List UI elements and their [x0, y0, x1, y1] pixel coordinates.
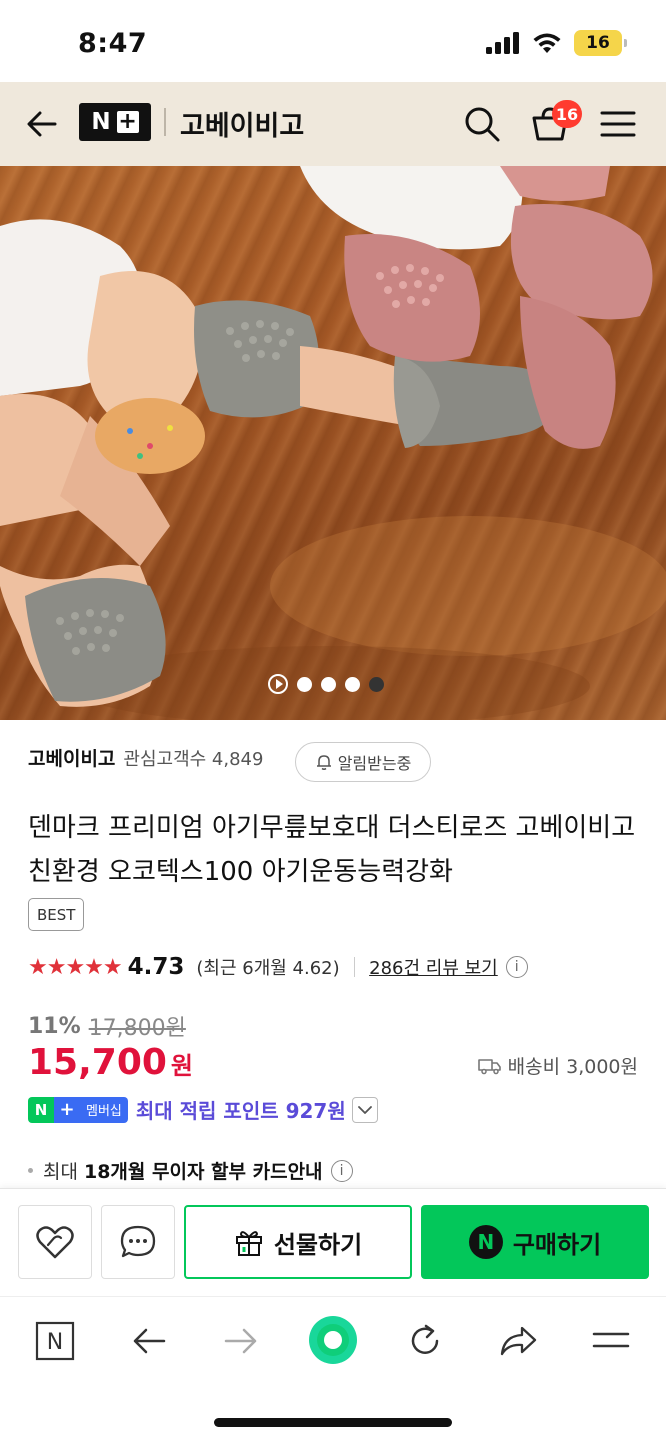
discount-rate: 11% — [28, 1013, 81, 1039]
header-divider — [164, 108, 166, 136]
star-rating-icon: ★★★★★ — [28, 954, 123, 980]
wifi-icon — [533, 33, 561, 53]
store-name[interactable]: 고베이비고 — [28, 744, 115, 771]
gift-label: 선물하기 — [273, 1230, 363, 1259]
search-icon[interactable] — [462, 104, 502, 144]
purchase-action-bar: 선물하기 N 구매하기 — [0, 1188, 666, 1296]
menu-icon[interactable] — [598, 104, 638, 144]
membership-n: N — [28, 1096, 54, 1123]
discount-row: 11% 17,800원 — [28, 1010, 186, 1042]
price-row: 15,700 원 — [28, 1042, 193, 1083]
status-icons: 16 — [486, 30, 627, 56]
installment-text: 18개월 무이자 할부 카드안내 — [83, 1161, 323, 1183]
store-title[interactable]: 고베이비고 — [180, 104, 304, 143]
points-expand-button[interactable] — [351, 1096, 378, 1123]
membership-plus: + — [54, 1096, 80, 1123]
home-indicator — [214, 1418, 452, 1427]
installment-prefix: 최대 — [43, 1161, 78, 1183]
bullet — [28, 1168, 33, 1173]
info-icon[interactable]: i — [330, 1159, 353, 1182]
product-title: 덴마크 프리미엄 아기무릎보호대 더스티로즈 고베이비고 친환경 오코텍스100… — [28, 813, 636, 887]
gallery-dot[interactable] — [297, 676, 312, 692]
installment-info[interactable]: 최대 18개월 무이자 할부 카드안내 i — [28, 1157, 353, 1184]
price-unit: 원 — [170, 1052, 194, 1080]
buy-button[interactable]: N 구매하기 — [421, 1205, 649, 1279]
cart-count-badge: 16 — [552, 100, 582, 128]
gallery-dot[interactable] — [321, 676, 336, 692]
membership-label: 멤버십 — [80, 1096, 128, 1123]
gallery-dot[interactable] — [345, 676, 360, 692]
product-photo — [0, 166, 666, 720]
rating-row: ★★★★★ 4.73 (최근 6개월 4.62) 286건 리뷰 보기 i — [28, 954, 528, 980]
browser-forward-icon[interactable] — [219, 1319, 263, 1363]
chevron-down-icon — [357, 1105, 372, 1114]
status-bar: 8:47 16 — [0, 0, 666, 82]
gallery-pagination — [268, 674, 384, 694]
chat-icon — [120, 1225, 156, 1258]
max-points: 최대 적립 포인트 927원 — [135, 1099, 346, 1123]
gift-button[interactable]: 선물하기 — [184, 1205, 412, 1279]
back-arrow-icon[interactable] — [22, 104, 62, 144]
fan-count: 관심고객수 4,849 — [123, 748, 264, 770]
refresh-icon[interactable] — [403, 1319, 447, 1363]
buy-label: 구매하기 — [512, 1230, 602, 1259]
alarm-label: 알림받는중 — [337, 754, 412, 773]
alarm-button[interactable]: 알림받는중 — [295, 742, 431, 782]
heart-icon — [36, 1226, 74, 1259]
naver-home-icon[interactable]: N — [33, 1319, 77, 1363]
battery-icon: 16 — [574, 30, 627, 56]
rating-score: 4.73 — [127, 954, 185, 980]
talk-button[interactable] — [101, 1205, 175, 1279]
gallery-dot-active[interactable] — [369, 676, 384, 692]
rating-recent: (최근 6개월 4.62) — [196, 958, 340, 979]
bell-icon — [316, 755, 331, 770]
truck-icon — [477, 1058, 501, 1074]
shipping-info: 배송비 3,000원 — [477, 1052, 638, 1079]
membership-badge: N + 멤버십 — [28, 1096, 128, 1123]
store-info: 고베이비고 관심고객수 4,849 — [28, 744, 263, 771]
browser-back-icon[interactable] — [127, 1319, 171, 1363]
status-time: 8:47 — [78, 28, 148, 59]
product-image[interactable] — [0, 166, 666, 720]
logo-letter: N — [91, 109, 111, 135]
play-video-icon[interactable] — [268, 674, 288, 694]
shipping-fee: 배송비 3,000원 — [507, 1056, 638, 1078]
share-icon[interactable] — [496, 1319, 540, 1363]
naver-plus-logo[interactable]: N + — [79, 103, 151, 141]
browser-menu-icon[interactable] — [589, 1319, 633, 1363]
original-price: 17,800원 — [88, 1016, 186, 1041]
wishlist-button[interactable] — [18, 1205, 92, 1279]
rating-separator — [353, 957, 356, 977]
green-dot-icon[interactable] — [307, 1314, 359, 1366]
logo-plus: + — [116, 109, 139, 134]
naver-pay-icon: N — [468, 1225, 503, 1259]
sale-price: 15,700 — [28, 1042, 167, 1083]
svg-text:N: N — [47, 1330, 63, 1355]
gift-icon — [235, 1231, 262, 1256]
points-row: N + 멤버십 최대 적립 포인트 927원 — [28, 1095, 378, 1124]
reviews-link[interactable]: 286건 리뷰 보기 — [369, 954, 498, 980]
best-badge: BEST — [28, 898, 85, 931]
signal-icon — [486, 32, 519, 54]
info-icon[interactable]: i — [505, 956, 528, 978]
